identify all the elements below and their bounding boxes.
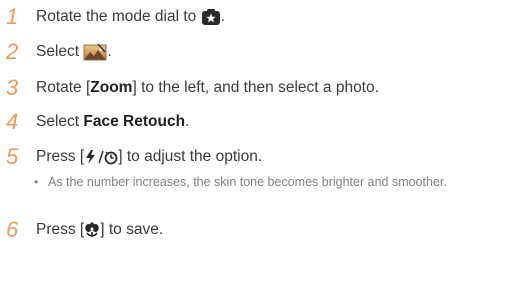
step-text: Press [ ] to adjust the option. bbox=[36, 148, 262, 166]
step-number: 6 bbox=[6, 217, 19, 242]
macro-icon bbox=[84, 222, 100, 238]
step-text: Rotate the mode dial to . bbox=[36, 8, 225, 26]
step-text-after: . bbox=[107, 43, 112, 60]
step-text-after: ] to the left, and then select a photo. bbox=[132, 79, 379, 96]
step-4: 4 Select Face Retouch. bbox=[6, 109, 189, 135]
bullet-symbol: • bbox=[34, 175, 39, 189]
step-text-after: ] to save. bbox=[100, 221, 164, 238]
step-number: 1 bbox=[6, 4, 19, 29]
step-2: 2 Select . bbox=[6, 39, 112, 65]
step-number: 3 bbox=[6, 75, 19, 100]
step-text: Select Face Retouch. bbox=[36, 113, 189, 131]
step-text-before: Select bbox=[36, 113, 80, 130]
step-1: 1 Rotate the mode dial to . bbox=[6, 4, 225, 30]
step-6: 6 Press [ ] to save. bbox=[6, 217, 163, 243]
step-number: 2 bbox=[6, 39, 19, 64]
step-text-after: ] to adjust the option. bbox=[118, 148, 263, 165]
step-text-before: Press [ bbox=[36, 148, 85, 165]
step-5-note: • As the number increases, the skin tone… bbox=[34, 174, 504, 191]
step-3: 3 Rotate [Zoom] to the left, and then se… bbox=[6, 75, 379, 101]
step-text-after: . bbox=[185, 113, 190, 130]
step-text-after: . bbox=[220, 8, 225, 25]
flash-timer-icon bbox=[84, 149, 118, 165]
step-text: Press [ ] to save. bbox=[36, 221, 163, 239]
step-bold-text: Face Retouch bbox=[83, 113, 186, 130]
step-text-before: Rotate [ bbox=[36, 79, 91, 96]
step-number: 5 bbox=[6, 144, 19, 169]
magic-plus-mode-icon bbox=[201, 8, 221, 26]
bullet-text: As the number increases, the skin tone b… bbox=[48, 175, 447, 189]
step-number: 4 bbox=[6, 109, 19, 134]
step-text-before: Select bbox=[36, 43, 80, 60]
step-bold-text: Zoom bbox=[90, 79, 133, 96]
step-5: 5 Press [ ] to adjust the option. bbox=[6, 144, 262, 170]
step-text: Rotate [Zoom] to the left, and then sele… bbox=[36, 79, 379, 97]
step-text-before: Rotate the mode dial to bbox=[36, 8, 197, 25]
photo-editor-icon bbox=[83, 43, 107, 61]
step-text-before: Press [ bbox=[36, 221, 85, 238]
step-text: Select . bbox=[36, 43, 112, 61]
